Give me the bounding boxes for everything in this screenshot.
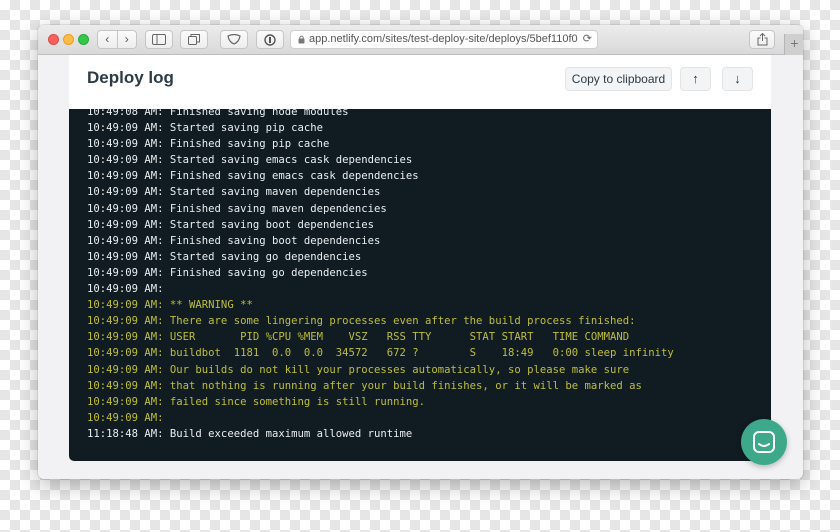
log-line: 10:49:09 AM: ** WARNING ** xyxy=(87,299,253,312)
log-line: 10:49:08 AM: Finished saving node module… xyxy=(87,109,349,118)
password-manager-button[interactable] xyxy=(256,30,284,49)
log-terminal[interactable]: 10:49:08 AM: Finished saving node module… xyxy=(69,109,771,461)
minimize-window-button[interactable] xyxy=(63,34,74,45)
maximize-window-button[interactable] xyxy=(78,34,89,45)
log-line: 10:49:09 AM: xyxy=(87,411,170,424)
log-line: 10:49:09 AM: Finished saving maven depen… xyxy=(87,202,387,215)
log-line: 10:49:09 AM: Finished saving boot depend… xyxy=(87,234,381,247)
log-line: 10:49:09 AM: failed since something is s… xyxy=(87,395,426,408)
log-line: 10:49:09 AM: Finished saving go dependen… xyxy=(87,266,368,279)
forward-button[interactable]: › xyxy=(118,31,137,48)
back-button[interactable]: ‹ xyxy=(98,31,118,48)
log-line: 10:49:09 AM: that nothing is running aft… xyxy=(87,379,642,392)
log-lines: 10:49:08 AM: Finished saving node module… xyxy=(87,109,674,442)
log-line: 10:49:09 AM: There are some lingering pr… xyxy=(87,315,636,328)
scroll-down-button[interactable]: ↓ xyxy=(722,67,753,91)
log-line: 10:49:09 AM: Started saving emacs cask d… xyxy=(87,154,413,167)
page-title: Deploy log xyxy=(87,68,174,87)
password-manager-icon xyxy=(264,34,276,46)
log-line: 10:49:09 AM: Started saving maven depend… xyxy=(87,186,381,199)
log-line: 10:49:09 AM: Started saving boot depende… xyxy=(87,218,375,231)
log-line: 10:49:09 AM: Finished saving emacs cask … xyxy=(87,170,419,183)
browser-window: ‹ › app.netlify.com/sites/test-deploy-si… xyxy=(38,25,803,479)
new-tab-button[interactable]: + xyxy=(784,34,803,55)
log-line: 10:49:09 AM: USER PID %CPU %MEM VSZ RSS … xyxy=(87,331,630,344)
arrow-up-icon: ↑ xyxy=(692,71,699,86)
reload-icon[interactable]: ⟳ xyxy=(579,31,592,48)
sidebar-icon xyxy=(152,34,166,45)
log-line: 10:49:09 AM: Started saving pip cache xyxy=(87,122,323,135)
navigation-buttons: ‹ › xyxy=(97,30,137,49)
log-line: 10:49:09 AM: xyxy=(87,283,170,296)
chat-icon xyxy=(753,431,775,453)
tab-overview-icon xyxy=(188,34,200,45)
share-icon xyxy=(757,32,767,46)
share-button[interactable] xyxy=(749,30,775,49)
extension-button[interactable] xyxy=(220,30,248,49)
log-line: 10:49:09 AM: Finished saving pip cache xyxy=(87,138,330,151)
log-line: 11:18:48 AM: Build exceeded maximum allo… xyxy=(87,427,413,440)
sidebar-toggle-button[interactable] xyxy=(145,30,173,49)
copy-to-clipboard-button[interactable]: Copy to clipboard xyxy=(565,67,672,91)
shield-icon xyxy=(227,33,241,45)
panel-header: Deploy log Copy to clipboard ↑ ↓ xyxy=(69,55,771,110)
tab-overview-button[interactable] xyxy=(180,30,208,49)
scroll-up-button[interactable]: ↑ xyxy=(680,67,711,91)
log-line: 10:49:09 AM: Started saving go dependenc… xyxy=(87,250,362,263)
chat-launcher-button[interactable] xyxy=(741,419,787,465)
lock-icon xyxy=(298,31,305,48)
log-line: 10:49:09 AM: Our builds do not kill your… xyxy=(87,363,630,376)
browser-toolbar: ‹ › app.netlify.com/sites/test-deploy-si… xyxy=(38,25,803,55)
arrow-down-icon: ↓ xyxy=(734,71,741,86)
deploy-log-panel: Deploy log Copy to clipboard ↑ ↓ 10:49:0… xyxy=(69,55,771,461)
address-text: app.netlify.com/sites/test-deploy-site/d… xyxy=(309,33,578,45)
log-line: 10:49:09 AM: buildbot 1181 0.0 0.0 34572… xyxy=(87,347,674,360)
close-window-button[interactable] xyxy=(48,34,59,45)
address-bar[interactable]: app.netlify.com/sites/test-deploy-site/d… xyxy=(290,30,598,49)
